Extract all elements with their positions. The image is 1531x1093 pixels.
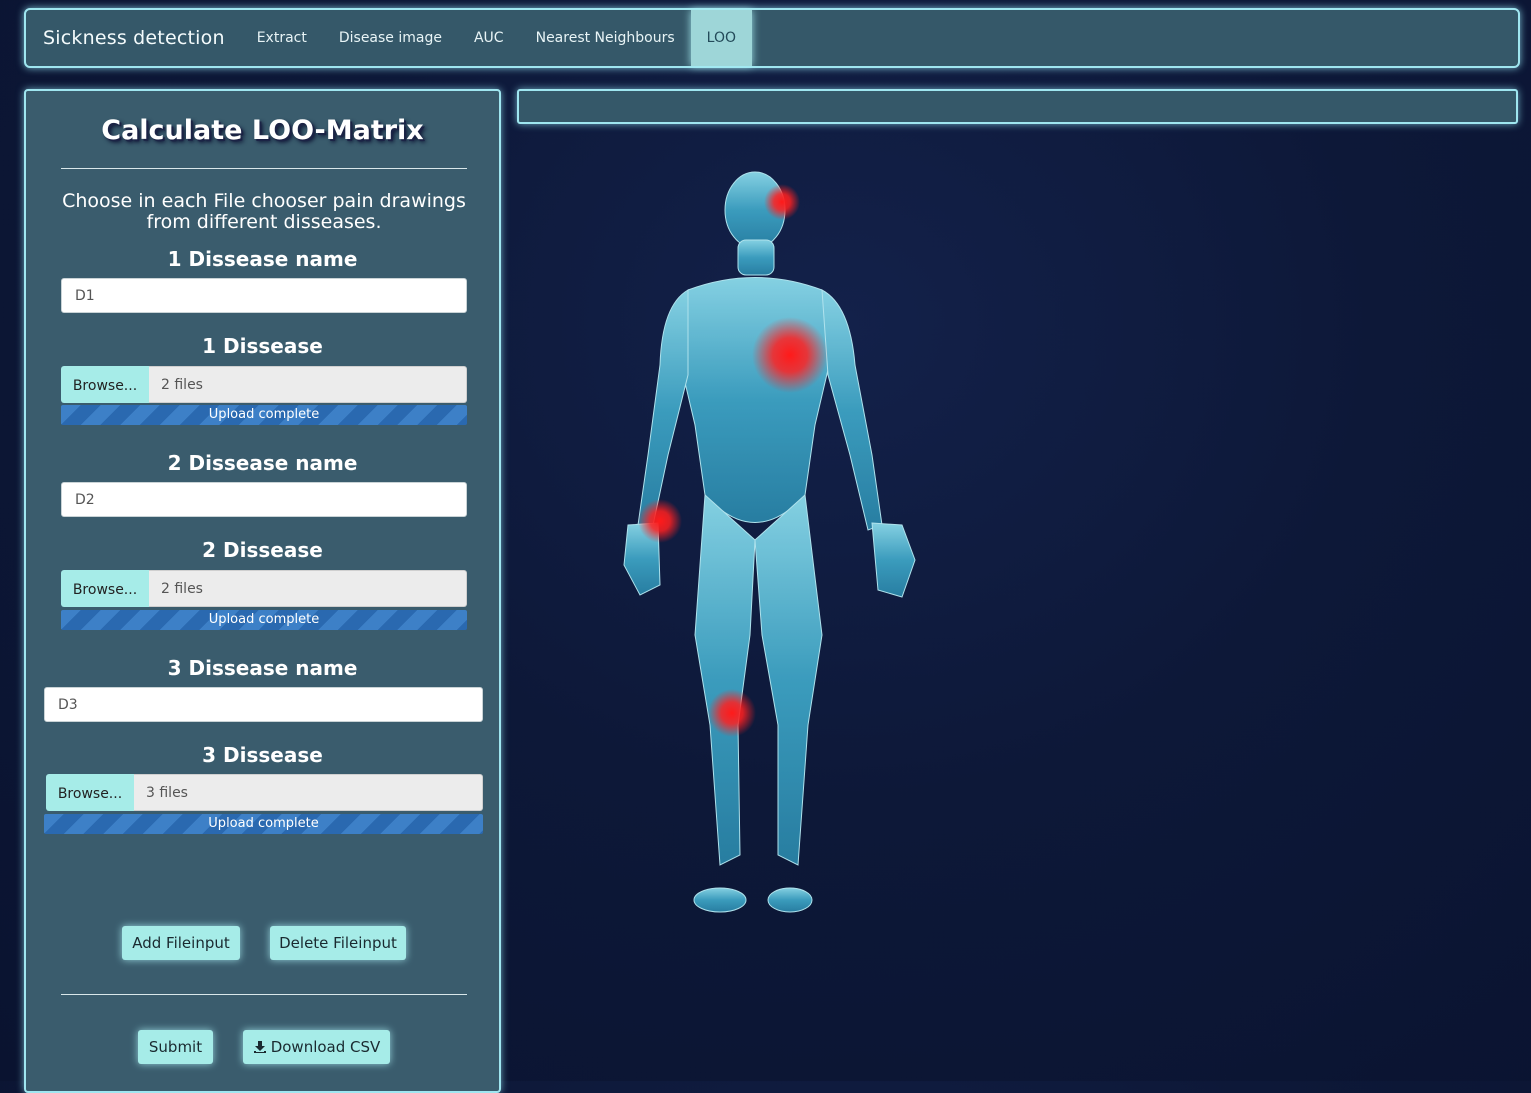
- nav-nearest-neighbours[interactable]: Nearest Neighbours: [520, 10, 691, 66]
- result-output-bar: [517, 89, 1518, 124]
- download-label: Download CSV: [270, 1038, 381, 1056]
- pain-marker-head: [764, 184, 800, 220]
- disease-1-file-label: 1 Dissease: [202, 334, 323, 358]
- disease-2-name-label: 2 Dissease name: [167, 451, 358, 475]
- add-fileinput-button[interactable]: Add Fileinput: [122, 926, 240, 960]
- loo-sidebar-panel: Calculate LOO-Matrix Choose in each File…: [24, 89, 501, 1093]
- disease-1-name-input[interactable]: D1: [61, 278, 467, 313]
- human-body-pain-figure: [623, 171, 916, 913]
- brand-title[interactable]: Sickness detection: [43, 27, 225, 49]
- disease-1-name-label: 1 Dissease name: [167, 247, 358, 271]
- disease-2-file-label: 2 Dissease: [202, 538, 323, 562]
- nav-disease-image[interactable]: Disease image: [323, 10, 458, 66]
- upload-progress-bar: Upload complete: [44, 814, 483, 834]
- nav-loo[interactable]: LOO: [690, 10, 753, 66]
- nav-auc[interactable]: AUC: [458, 10, 520, 66]
- nav-extract[interactable]: Extract: [241, 10, 323, 66]
- file-count[interactable]: 2 files: [149, 366, 467, 403]
- divider: [61, 168, 467, 169]
- pain-marker-wrist: [638, 499, 682, 543]
- disease-3-file-label: 3 Dissease: [202, 743, 323, 767]
- top-navbar: Sickness detection Extract Disease image…: [24, 8, 1520, 68]
- delete-fileinput-button[interactable]: Delete Fileinput: [270, 926, 406, 960]
- submit-button[interactable]: Submit: [138, 1030, 213, 1064]
- browse-button[interactable]: Browse...: [61, 570, 149, 607]
- divider: [61, 994, 467, 995]
- pain-marker-chest: [752, 317, 828, 393]
- upload-progress-bar: Upload complete: [61, 610, 467, 630]
- download-icon: [253, 1040, 267, 1054]
- upload-progress-bar: Upload complete: [61, 405, 467, 425]
- browse-button[interactable]: Browse...: [46, 774, 134, 811]
- file-count[interactable]: 3 files: [134, 774, 483, 811]
- pain-marker-knee: [708, 689, 756, 737]
- file-count[interactable]: 2 files: [149, 570, 467, 607]
- disease-3-name-input[interactable]: D3: [44, 687, 483, 722]
- disease-2-file-input[interactable]: Browse... 2 files: [61, 570, 467, 607]
- panel-title: Calculate LOO-Matrix: [101, 115, 424, 146]
- download-csv-button[interactable]: Download CSV: [243, 1030, 390, 1064]
- browse-button[interactable]: Browse...: [61, 366, 149, 403]
- instructions-text: Choose in each File chooser pain drawing…: [62, 190, 466, 233]
- disease-3-name-label: 3 Dissease name: [167, 656, 358, 680]
- disease-3-file-input[interactable]: Browse... 3 files: [46, 774, 483, 811]
- disease-2-name-input[interactable]: D2: [61, 482, 467, 517]
- disease-1-file-input[interactable]: Browse... 2 files: [61, 366, 467, 403]
